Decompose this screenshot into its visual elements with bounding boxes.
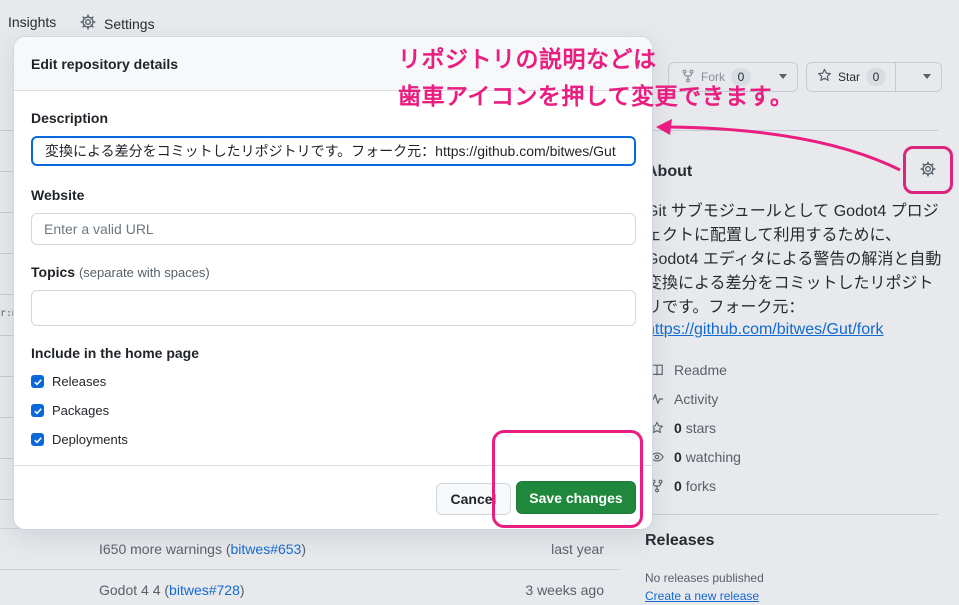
- description-input[interactable]: 変換による差分をコミットしたリポジトリです。フォーク元：https://gith…: [31, 136, 636, 166]
- nav-insights-label: Insights: [8, 14, 57, 30]
- commit-message: I650 more warnings (bitwes#653): [99, 541, 307, 557]
- website-input[interactable]: [31, 213, 636, 245]
- commit-issue-link[interactable]: bitwes#653: [231, 541, 302, 557]
- commit-issue-link[interactable]: bitwes#728: [169, 582, 240, 598]
- activity-link[interactable]: Activity: [650, 391, 718, 407]
- gear-icon[interactable]: [920, 160, 936, 180]
- meta-label: stars: [685, 420, 717, 436]
- commit-message: Godot 4 4 (bitwes#728): [99, 582, 245, 598]
- deployments-checkbox-row[interactable]: Deployments: [31, 432, 128, 447]
- forks-link[interactable]: 0 forks: [650, 478, 716, 494]
- star-label: Star: [838, 70, 861, 84]
- packages-checkbox-row[interactable]: Packages: [31, 403, 109, 418]
- topics-input[interactable]: [31, 290, 636, 326]
- save-changes-button[interactable]: Save changes: [516, 481, 636, 514]
- divider: [895, 63, 896, 91]
- meta-label: watching: [685, 449, 741, 465]
- nav-settings-label: Settings: [104, 15, 155, 32]
- meta-label: forks: [685, 478, 717, 494]
- gear-icon: [80, 14, 96, 33]
- annotation-line-1: リポジトリの説明などは: [398, 46, 657, 72]
- releases-empty-text: No releases published: [645, 571, 764, 585]
- commit-time: 3 weeks ago: [525, 582, 604, 598]
- commit-row[interactable]: I650 more warnings (bitwes#653) last yea…: [0, 528, 620, 569]
- include-home-label: Include in the home page: [31, 345, 200, 361]
- commit-time: last year: [551, 541, 604, 557]
- divider: [628, 514, 938, 515]
- releases-checkbox-row[interactable]: Releases: [31, 374, 106, 389]
- releases-heading[interactable]: Releases: [645, 532, 714, 550]
- checkbox-label: Releases: [52, 374, 107, 389]
- checkbox-label: Packages: [52, 403, 110, 418]
- releases-checkbox[interactable]: [31, 375, 44, 388]
- commit-row[interactable]: Godot 4 4 (bitwes#728) 3 weeks ago: [0, 569, 620, 605]
- checkbox-label: Deployments: [52, 432, 128, 447]
- website-label: Website: [31, 187, 85, 203]
- about-settings-highlight[interactable]: [903, 146, 953, 194]
- meta-count: 0: [674, 478, 682, 494]
- meta-label: Readme: [674, 362, 727, 378]
- topics-label-text: Topics: [31, 264, 76, 280]
- nav-settings[interactable]: Settings: [80, 14, 155, 33]
- description-value: 変換による差分をコミットしたリポジトリです。フォーク元：https://gith…: [45, 143, 616, 159]
- about-description: Git サブモジュールとして Godot4 プロジェクトに配置して利用するために…: [646, 203, 942, 316]
- stars-link[interactable]: 0 stars: [650, 420, 716, 436]
- topics-label: Topics (separate with spaces): [31, 264, 210, 280]
- deployments-checkbox[interactable]: [31, 433, 44, 446]
- repo-sidebar: Fork 0 Star 0 About Git サブモジュールとして Godot…: [620, 46, 959, 605]
- readme-link[interactable]: Readme: [650, 362, 727, 378]
- star-count: 0: [866, 68, 887, 86]
- meta-label: Activity: [674, 391, 719, 407]
- star-button[interactable]: Star 0: [806, 62, 942, 92]
- watching-link[interactable]: 0 watching: [650, 449, 741, 465]
- create-release-link[interactable]: Create a new release: [645, 589, 759, 603]
- packages-checkbox[interactable]: [31, 404, 44, 417]
- description-label: Description: [31, 110, 109, 126]
- chevron-down-icon[interactable]: [923, 74, 931, 79]
- nav-insights[interactable]: Insights: [8, 14, 56, 30]
- meta-count: 0: [674, 449, 682, 465]
- annotation-line-2: 歯車アイコンを押して変更できます。: [398, 83, 794, 109]
- dialog-title: Edit repository details: [31, 56, 179, 72]
- star-icon: [817, 68, 832, 86]
- meta-count: 0: [674, 420, 682, 436]
- divider: [628, 130, 938, 131]
- topics-note: (separate with spaces): [78, 265, 210, 280]
- about-link[interactable]: https://github.com/bitwes/Gut/fork: [646, 321, 883, 339]
